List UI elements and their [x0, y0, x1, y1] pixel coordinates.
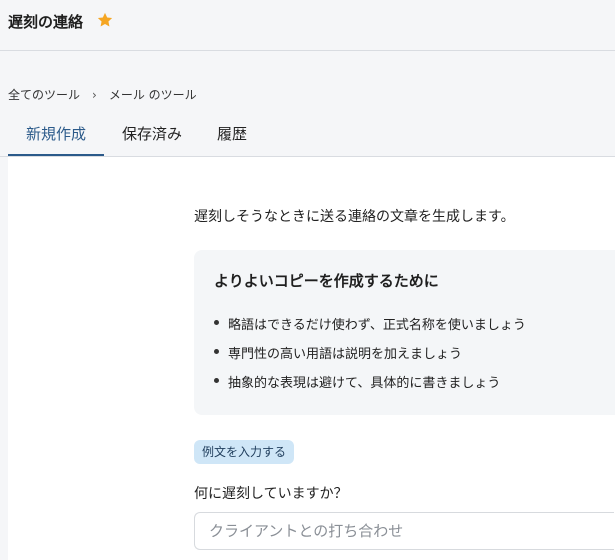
breadcrumb-item-mail-tools[interactable]: メール のツール — [109, 86, 197, 103]
tips-list: 略語はできるだけ使わず、正式名称を使いましょう 専門性の高い用語は説明を加えまし… — [214, 314, 526, 401]
tip-item: 抽象的な表現は避けて、具体的に書きましょう — [214, 372, 526, 401]
breadcrumb-item-all-tools[interactable]: 全てのツール — [8, 86, 80, 103]
star-icon[interactable] — [96, 11, 114, 29]
page-header: 遅刻の連絡 — [0, 0, 615, 51]
main-content: 遅刻しそうなときに送る連絡の文章を生成します。 よりよいコピーを作成するために … — [8, 157, 615, 560]
breadcrumb: 全てのツール › メール のツール — [8, 86, 197, 103]
tab-saved[interactable]: 保存済み — [112, 116, 192, 154]
tool-description: 遅刻しそうなときに送る連絡の文章を生成します。 — [194, 209, 515, 225]
tip-item: 略語はできるだけ使わず、正式名称を使いましょう — [214, 314, 526, 343]
tip-text: 専門性の高い用語は説明を加えましょう — [228, 347, 463, 362]
question-label: 何に遅刻していますか？ — [194, 486, 348, 502]
tips-panel: よりよいコピーを作成するために 略語はできるだけ使わず、正式名称を使いましょう … — [194, 250, 615, 415]
late-reason-input[interactable] — [194, 512, 614, 550]
tip-item: 専門性の高い用語は説明を加えましょう — [214, 343, 526, 372]
tab-history[interactable]: 履歴 — [206, 116, 258, 154]
tip-text: 略語はできるだけ使わず、正式名称を使いましょう — [228, 318, 526, 333]
tab-new[interactable]: 新規作成 — [8, 116, 104, 156]
bullet-icon — [214, 320, 219, 325]
bullet-icon — [214, 378, 219, 383]
tips-title: よりよいコピーを作成するために — [214, 272, 439, 290]
tab-bar: 新規作成 保存済み 履歴 — [0, 116, 615, 157]
bullet-icon — [214, 349, 219, 354]
page-title: 遅刻の連絡 — [8, 13, 84, 31]
breadcrumb-separator-icon: › — [92, 87, 97, 102]
insert-example-button[interactable]: 例文を入力する — [194, 440, 295, 464]
tip-text: 抽象的な表現は避けて、具体的に書きましょう — [228, 376, 501, 391]
